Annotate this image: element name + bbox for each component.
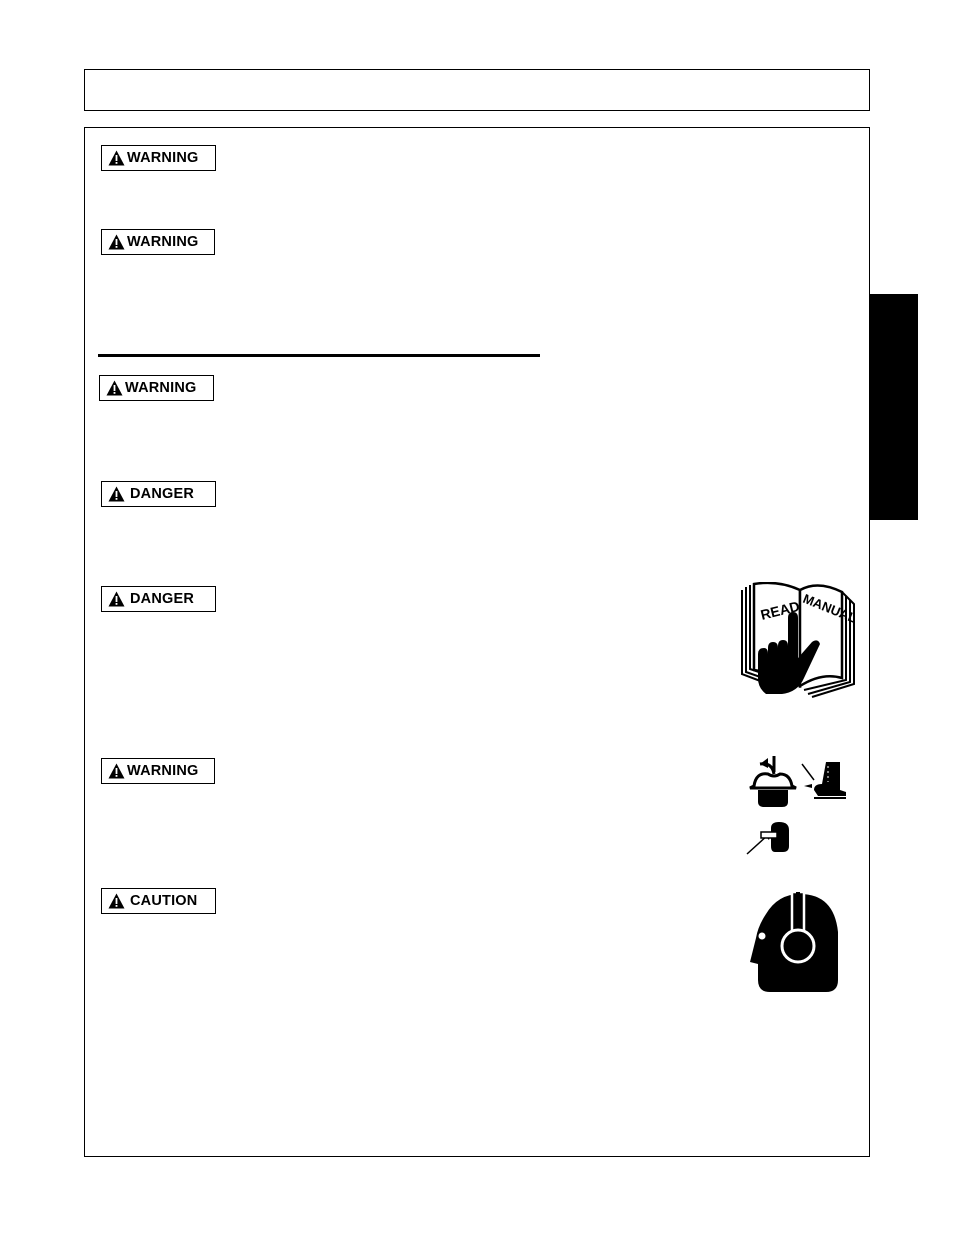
signal-word: WARNING xyxy=(127,234,199,250)
safety-glasses-icon xyxy=(746,822,789,855)
hard-hat-icon xyxy=(749,756,797,807)
danger-label-2: DANGER xyxy=(101,586,216,612)
caution-label: CAUTION xyxy=(101,888,216,914)
warning-label-4: WARNING xyxy=(101,758,215,784)
hearing-protection-icon xyxy=(750,892,838,992)
warning-triangle-icon xyxy=(108,234,125,250)
warning-label-2: WARNING xyxy=(101,229,215,255)
warning-triangle-icon xyxy=(108,763,125,779)
warning-label-3: WARNING xyxy=(99,375,214,401)
warning-triangle-icon xyxy=(108,591,125,607)
signal-word: CAUTION xyxy=(130,893,198,909)
danger-label-1: DANGER xyxy=(101,481,216,507)
warning-triangle-icon xyxy=(108,893,125,909)
safety-boot-icon xyxy=(801,762,846,799)
signal-word: WARNING xyxy=(125,380,197,396)
signal-word: WARNING xyxy=(127,763,199,779)
warning-label-1: WARNING xyxy=(101,145,216,171)
section-tab xyxy=(869,294,918,520)
page-header-box xyxy=(84,69,870,111)
read-manual-icon: READ MANUAL xyxy=(741,582,858,698)
warning-triangle-icon xyxy=(106,380,123,396)
signal-word: WARNING xyxy=(127,150,199,166)
section-divider xyxy=(98,354,540,357)
signal-word: DANGER xyxy=(130,486,195,502)
warning-triangle-icon xyxy=(108,486,125,502)
warning-triangle-icon xyxy=(108,150,125,166)
signal-word: DANGER xyxy=(130,591,195,607)
